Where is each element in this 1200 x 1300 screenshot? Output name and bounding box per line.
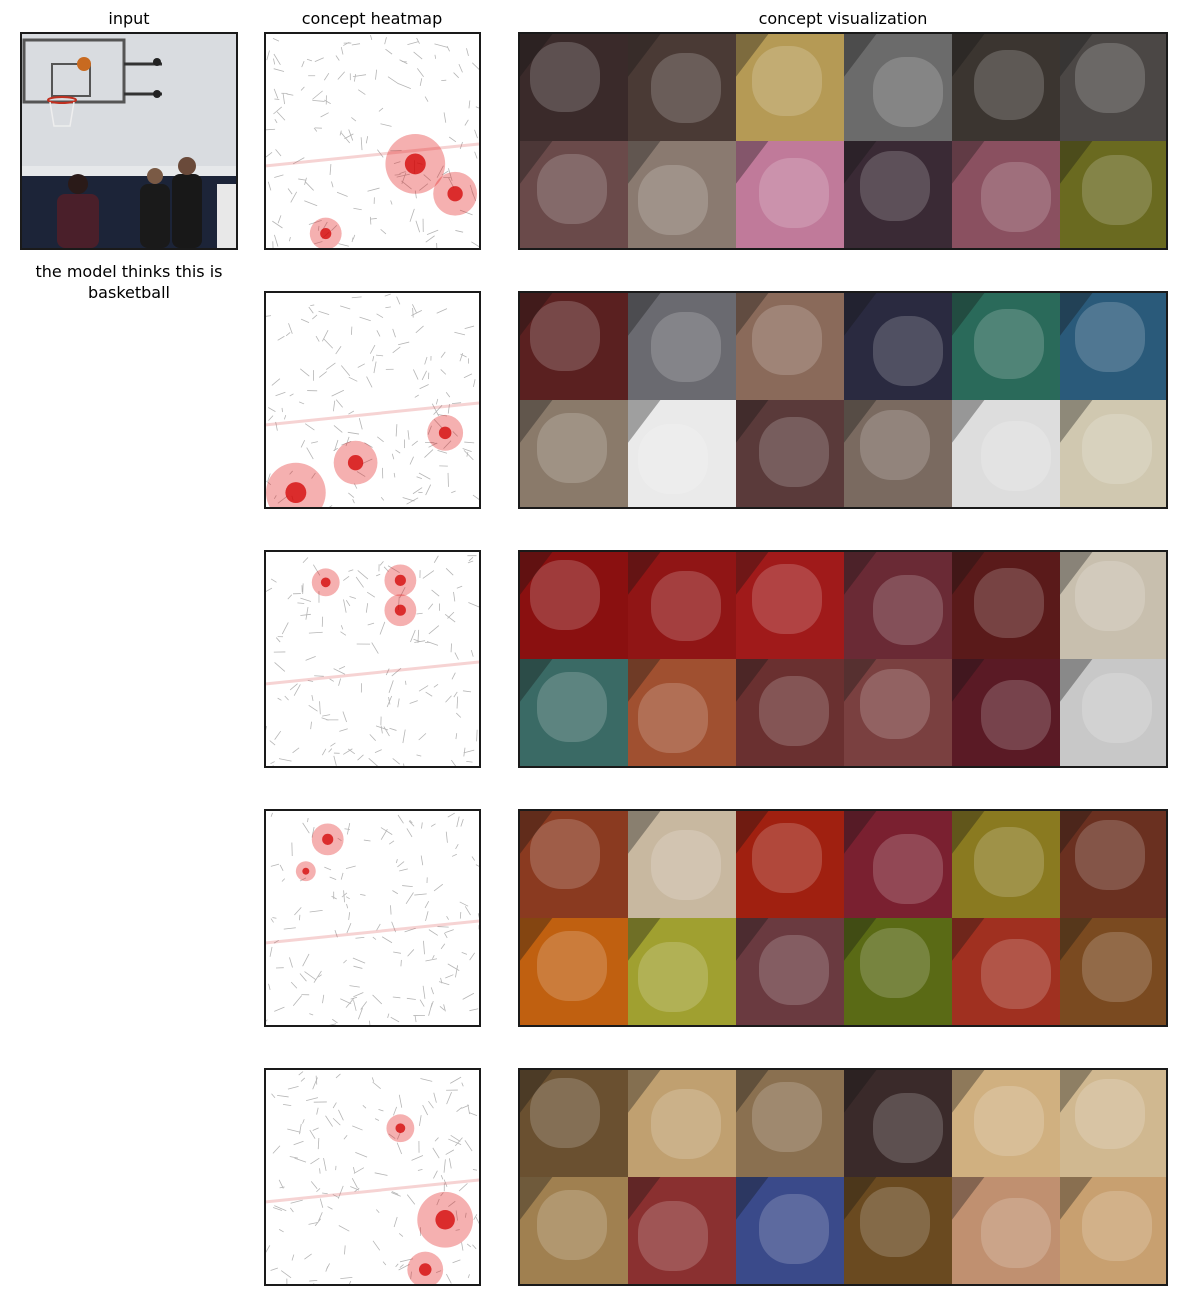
concept-example-image [736,918,844,1025]
concept-example-image [952,659,1060,766]
concept-example-image [952,918,1060,1025]
concept-example-image [628,1177,736,1284]
concept-example-image [1060,34,1166,141]
concept-heatmap-3 [264,550,481,768]
concept-example-image [736,552,844,659]
concept-example-image [1060,1177,1166,1284]
concept-example-image [844,552,952,659]
input-image [20,32,238,250]
concept-visualization-grid-1 [518,32,1168,250]
concept-example-image [1060,918,1166,1025]
concept-example-image [844,918,952,1025]
concept-heatmap-4 [264,809,481,1027]
concept-visualization-grid-2 [518,291,1168,509]
concept-example-image [628,400,736,507]
concept-example-image [736,293,844,400]
concept-example-image [844,293,952,400]
concept-example-image [952,1177,1060,1284]
concept-example-image [952,141,1060,248]
concept-example-image [844,659,952,766]
concept-example-image [520,141,628,248]
concept-example-image [520,34,628,141]
concept-example-image [628,1070,736,1177]
basketball-scene-illustration [22,34,236,248]
concept-heatmap-5 [264,1068,481,1286]
concept-example-image [736,1070,844,1177]
concept-heatmap-1 [264,32,481,250]
input-title: input [108,9,150,28]
concept-example-image [952,400,1060,507]
concept-example-image [520,1177,628,1284]
concept-example-image [736,811,844,918]
concept-example-image [844,34,952,141]
concept-example-image [952,811,1060,918]
concept-example-image [1060,1070,1166,1177]
concept-example-image [520,811,628,918]
concept-example-image [1060,659,1166,766]
concept-example-image [520,659,628,766]
concept-example-image [628,293,736,400]
concept-example-image [736,34,844,141]
concept-example-image [1060,400,1166,507]
concept-example-image [628,659,736,766]
concept-example-image [736,141,844,248]
concept-example-image [520,1070,628,1177]
concept-visualization-grid-4 [518,809,1168,1027]
concept-example-image [736,659,844,766]
concept-example-image [844,1177,952,1284]
concept-example-image [844,141,952,248]
concept-example-image [520,918,628,1025]
concept-example-image [952,34,1060,141]
concept-example-image [844,1070,952,1177]
concept-example-image [520,293,628,400]
concept-example-image [844,811,952,918]
concept-example-image [1060,811,1166,918]
concept-example-image [736,1177,844,1284]
concept-example-image [736,400,844,507]
concept-example-image [628,34,736,141]
concept-example-image [952,552,1060,659]
concept-example-image [844,400,952,507]
concept-visualization-grid-3 [518,550,1168,768]
concept-example-image [520,552,628,659]
concept-visualization-grid-5 [518,1068,1168,1286]
concept-example-image [1060,552,1166,659]
visualization-title: concept visualization [758,9,928,28]
concept-example-image [628,811,736,918]
concept-example-image [628,141,736,248]
concept-example-image [520,400,628,507]
prediction-caption: the model thinks this is basketball [35,262,223,302]
concept-example-image [952,1070,1060,1177]
concept-example-image [628,552,736,659]
concept-example-image [952,293,1060,400]
concept-example-image [1060,141,1166,248]
concept-heatmap-2 [264,291,481,509]
concept-example-image [628,918,736,1025]
heatmap-title: concept heatmap [301,9,443,28]
concept-example-image [1060,293,1166,400]
